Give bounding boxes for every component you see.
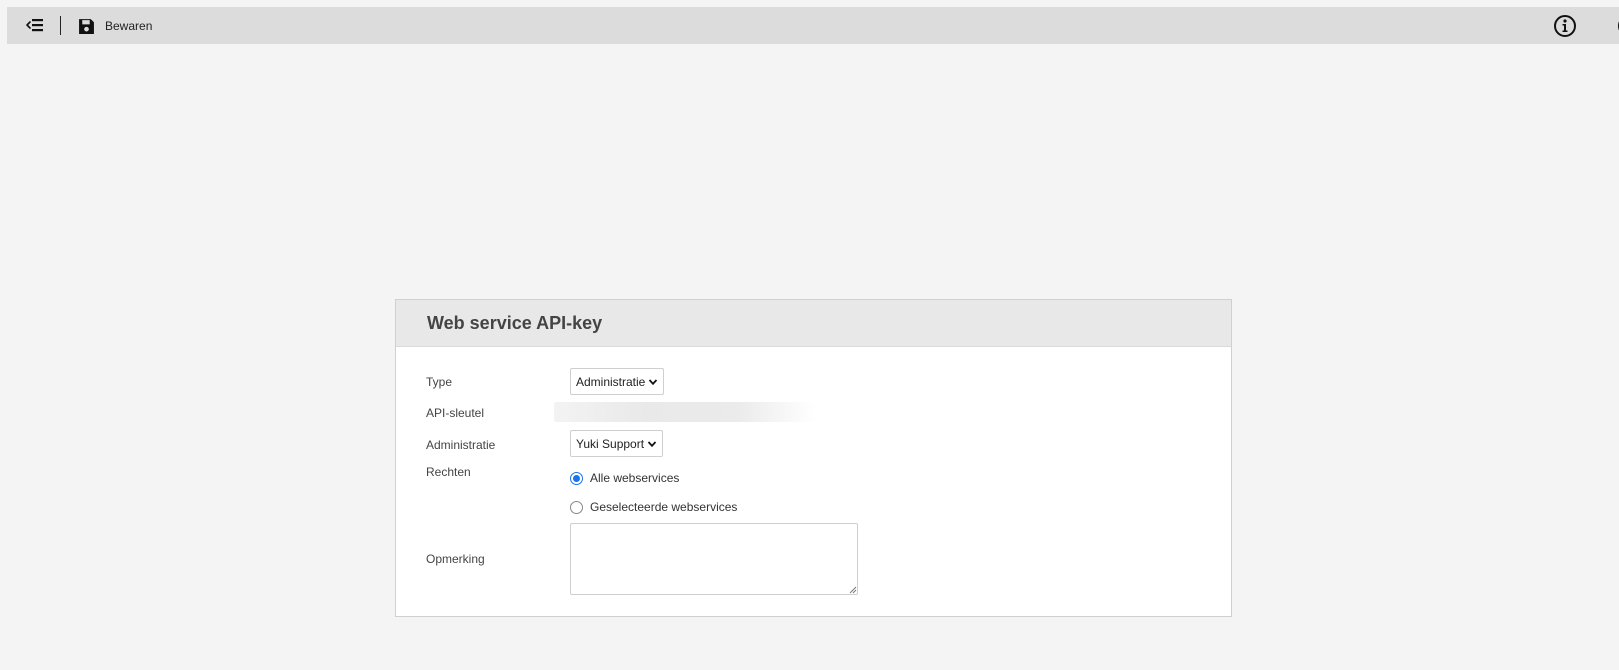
- resize-grip-icon[interactable]: [849, 586, 857, 594]
- radio-selected-webservices[interactable]: Geselecteerde webservices: [570, 500, 737, 514]
- top-toolbar: Bewaren: [7, 7, 1619, 44]
- administration-select[interactable]: Yuki Support: [570, 430, 664, 457]
- api-key-value-redacted: [554, 402, 816, 422]
- panel-header: Web service API-key: [396, 300, 1231, 347]
- api-key-label: API-sleutel: [426, 406, 485, 420]
- administration-label: Administratie: [426, 438, 496, 452]
- type-label: Type: [426, 375, 453, 389]
- panel-title: Web service API-key: [427, 312, 603, 333]
- radio-button-checked[interactable]: [570, 471, 583, 485]
- type-select[interactable]: Administratie: [570, 368, 665, 395]
- collapse-menu-icon[interactable]: [23, 15, 45, 35]
- api-key-panel: Web service API-key Type Administratie A…: [395, 299, 1232, 617]
- radio-button-unchecked[interactable]: [570, 500, 583, 514]
- chevron-down-icon: [647, 440, 657, 447]
- rights-label: Rechten: [426, 465, 471, 479]
- radio-all-webservices[interactable]: Alle webservices: [570, 471, 679, 485]
- remark-label: Opmerking: [426, 552, 485, 566]
- chevron-down-icon: [649, 378, 658, 385]
- floppy-disk-icon: [79, 18, 94, 34]
- save-button-label: Bewaren: [105, 19, 153, 33]
- administration-select-value: Yuki Support: [576, 436, 645, 451]
- info-circle-icon[interactable]: [1553, 14, 1577, 38]
- radio-all-webservices-label: Alle webservices: [590, 471, 680, 485]
- type-select-value: Administratie: [576, 374, 646, 389]
- remark-textarea[interactable]: [570, 523, 858, 595]
- save-button[interactable]: Bewaren: [78, 16, 152, 36]
- toolbar-separator: [60, 16, 61, 35]
- radio-selected-webservices-label: Geselecteerde webservices: [590, 500, 738, 514]
